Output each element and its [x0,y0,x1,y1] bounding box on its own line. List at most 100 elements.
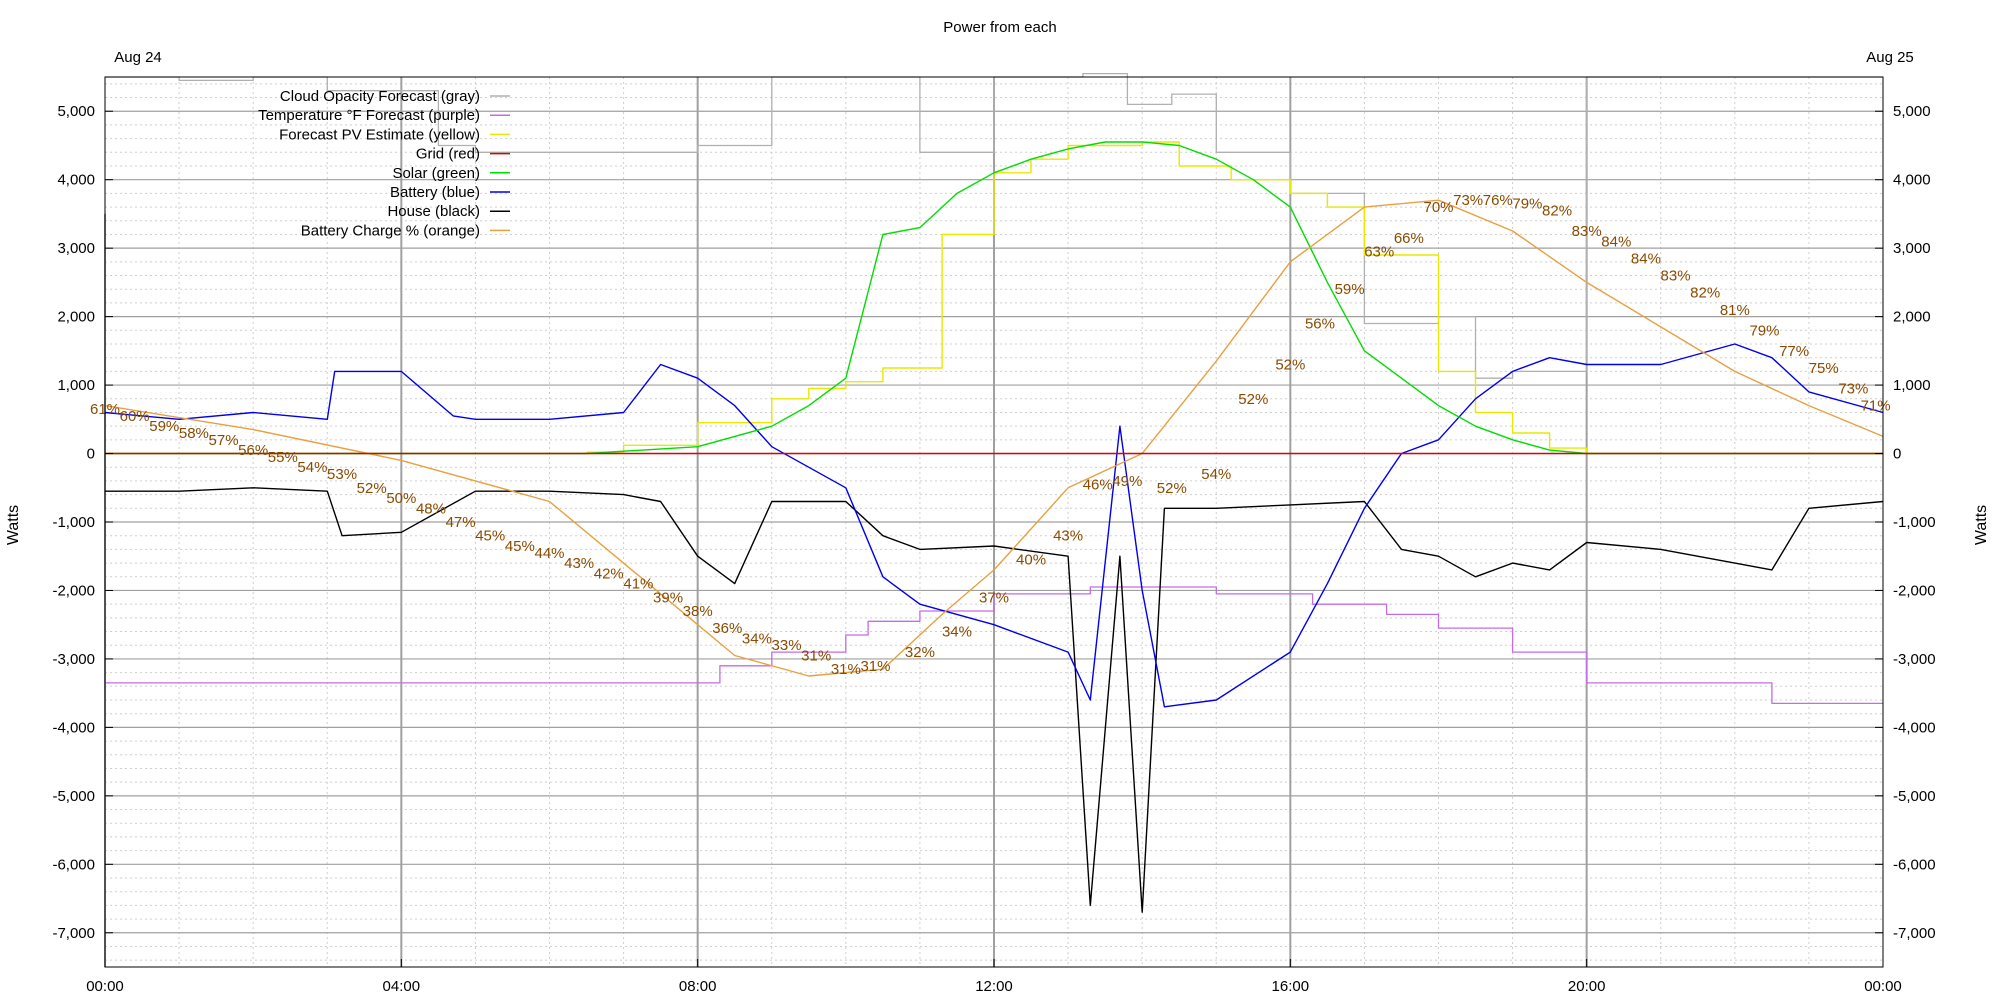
battery-charge-label: 83% [1661,268,1691,285]
battery-charge-label: 45% [475,528,505,545]
y-axis-title-left: Watts [5,505,22,545]
y-tick-label-right: -2,000 [1893,582,1936,599]
battery-charge-label: 82% [1690,285,1720,302]
x-tick-label: 04:00 [383,978,421,995]
battery-charge-label: 34% [942,624,972,641]
battery-charge-label: 32% [905,644,935,661]
battery-charge-label: 31% [831,661,861,678]
y-tick-label-left: 0 [87,446,95,463]
battery-charge-label: 77% [1779,343,1809,360]
y-tick-label-right: 2,000 [1893,309,1931,326]
battery-charge-label: 55% [268,449,298,466]
battery-charge-label: 44% [534,545,564,562]
battery-charge-label: 70% [1423,199,1453,216]
y-tick-label-right: -3,000 [1893,651,1936,668]
legend-label: Temperature °F Forecast (purple) [258,107,480,124]
battery-charge-label: 41% [623,576,653,593]
background [0,0,2000,1000]
y-tick-label-left: -7,000 [52,925,95,942]
battery-charge-label: 47% [446,514,476,531]
battery-charge-label: 76% [1483,192,1513,209]
legend-label: Forecast PV Estimate (yellow) [279,126,480,143]
battery-charge-label: 34% [742,630,772,647]
battery-charge-label: 58% [179,425,209,442]
battery-charge-label: 79% [1749,322,1779,339]
battery-charge-label: 83% [1572,223,1602,240]
y-tick-label-right: -6,000 [1893,856,1936,873]
battery-charge-label: 33% [772,637,802,654]
battery-charge-label: 82% [1542,203,1572,220]
legend-label: Grid (red) [416,146,480,163]
y-tick-label-right: -7,000 [1893,925,1936,942]
battery-charge-label: 84% [1631,250,1661,267]
battery-charge-label: 36% [712,620,742,637]
battery-charge-label: 73% [1453,192,1483,209]
battery-charge-label: 63% [1364,244,1394,261]
battery-charge-label: 54% [1201,466,1231,483]
battery-charge-label: 60% [120,408,150,425]
battery-charge-label: 48% [416,500,446,517]
battery-charge-label: 52% [1157,480,1187,497]
y-tick-label-left: 1,000 [57,377,95,394]
battery-charge-label: 52% [1238,391,1268,408]
y-tick-label-left: -2,000 [52,582,95,599]
date-start-label: Aug 24 [114,49,162,66]
battery-charge-label: 79% [1512,196,1542,213]
battery-charge-label: 40% [1016,552,1046,569]
battery-charge-label: 52% [1275,357,1305,374]
battery-charge-label: 43% [1053,528,1083,545]
battery-charge-label: 66% [1394,230,1424,247]
x-tick-label: 16:00 [1272,978,1310,995]
y-tick-label-left: -1,000 [52,514,95,531]
battery-charge-label: 81% [1720,302,1750,319]
y-tick-label-right: 4,000 [1893,172,1931,189]
battery-charge-label: 73% [1838,381,1868,398]
x-tick-label: 00:00 [86,978,124,995]
chart-title: Power from each [943,19,1056,36]
y-tick-label-left: -4,000 [52,719,95,736]
y-tick-label-right: 5,000 [1893,103,1931,120]
legend-label: House (black) [387,203,480,220]
battery-charge-label: 59% [149,418,179,435]
battery-charge-label: 57% [209,432,239,449]
y-tick-label-left: -5,000 [52,788,95,805]
battery-charge-label: 49% [1112,473,1142,490]
y-tick-label-left: -6,000 [52,856,95,873]
battery-charge-label: 42% [594,565,624,582]
legend-label: Cloud Opacity Forecast (gray) [280,88,480,105]
x-tick-label: 20:00 [1568,978,1606,995]
battery-charge-label: 75% [1809,360,1839,377]
battery-charge-label: 39% [653,589,683,606]
y-tick-label-left: -3,000 [52,651,95,668]
battery-charge-label: 46% [1083,476,1113,493]
y-tick-label-left: 3,000 [57,240,95,257]
y-tick-label-right: -5,000 [1893,788,1936,805]
battery-charge-label: 56% [238,442,268,459]
y-tick-label-left: 5,000 [57,103,95,120]
y-tick-label-left: 2,000 [57,309,95,326]
y-axis-title-right: Watts [1973,505,1990,545]
battery-charge-label: 37% [979,589,1009,606]
battery-charge-label: 53% [327,466,357,483]
y-tick-label-right: 0 [1893,446,1901,463]
battery-charge-label: 45% [505,538,535,555]
battery-charge-label: 50% [386,490,416,507]
battery-charge-label: 56% [1305,315,1335,332]
date-end-label: Aug 25 [1866,49,1914,66]
chart: 61% 60%59% 58% 57%56% 55%54% 53%52%50%48%47%4… [0,0,2000,1000]
legend-label: Battery Charge % (orange) [301,222,480,239]
battery-charge-label: 43% [564,555,594,572]
y-tick-label-right: -1,000 [1893,514,1936,531]
legend-label: Solar (green) [392,165,480,182]
battery-charge-label: 31% [860,658,890,675]
x-tick-label: 08:00 [679,978,717,995]
battery-charge-label: 38% [683,603,713,620]
battery-charge-label: 31% [801,648,831,665]
battery-charge-label: 59% [1335,281,1365,298]
battery-charge-label: 54% [297,459,327,476]
legend-label: Battery (blue) [390,184,480,201]
y-tick-label-right: -4,000 [1893,719,1936,736]
y-tick-label-right: 3,000 [1893,240,1931,257]
battery-charge-label: 84% [1601,233,1631,250]
battery-charge-label: 71% [1861,398,1891,415]
